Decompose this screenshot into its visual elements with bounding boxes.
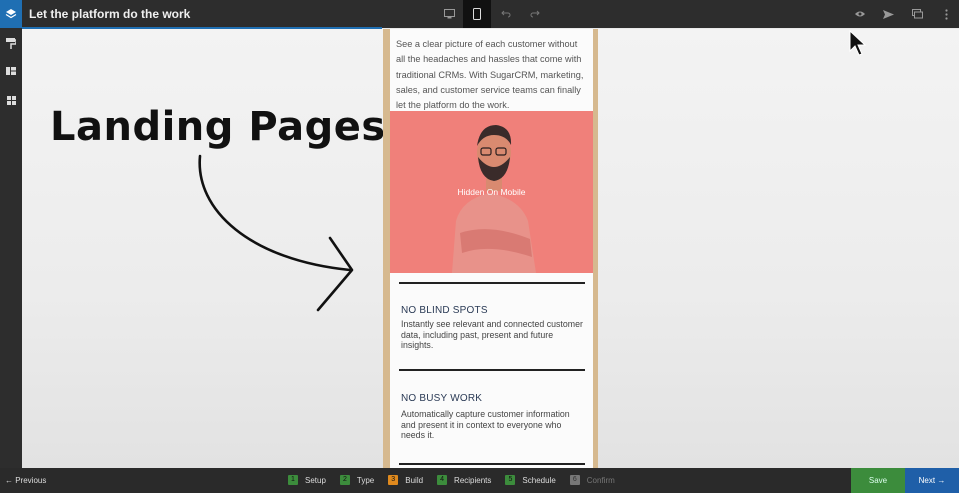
- step-confirm[interactable]: 6 Confirm: [569, 475, 615, 485]
- hero-image-block[interactable]: Hidden On Mobile: [390, 111, 593, 273]
- previous-button[interactable]: ← Previous: [5, 476, 46, 485]
- eye-icon[interactable]: [851, 5, 869, 23]
- save-button[interactable]: Save: [851, 468, 905, 493]
- feature-text[interactable]: Automatically capture customer informati…: [401, 409, 586, 441]
- feature-title[interactable]: NO BLIND SPOTS: [401, 305, 488, 316]
- annotation-arrow: [198, 154, 354, 312]
- feature-title[interactable]: NO BUSY WORK: [401, 393, 482, 404]
- divider: [399, 282, 585, 284]
- more-icon[interactable]: [937, 5, 955, 23]
- paint-roller-icon[interactable]: [3, 35, 19, 51]
- step-type[interactable]: 2 Type: [339, 475, 374, 485]
- layers-icon[interactable]: [0, 0, 22, 28]
- mobile-preview: See a clear picture of each customer wit…: [390, 29, 593, 468]
- intro-paragraph[interactable]: See a clear picture of each customer wit…: [396, 37, 588, 113]
- annotation-text: Landing Pages: [50, 104, 386, 150]
- divider: [399, 463, 585, 465]
- redo-icon[interactable]: [526, 5, 544, 23]
- send-icon[interactable]: [879, 5, 897, 23]
- desktop-icon[interactable]: [440, 5, 458, 23]
- mobile-preview-frame: See a clear picture of each customer wit…: [383, 29, 598, 468]
- bottom-bar: ← Previous 1 Setup 2 Type 3 Build 4 Reci…: [0, 468, 959, 493]
- divider: [399, 369, 585, 371]
- step-schedule[interactable]: 5 Schedule: [505, 475, 556, 485]
- next-button[interactable]: Next →: [905, 468, 959, 493]
- top-bar: Let the platform do the work: [0, 0, 959, 29]
- page-title: Let the platform do the work: [29, 7, 191, 21]
- step-build[interactable]: 3 Build: [388, 475, 423, 485]
- duplicate-icon[interactable]: [908, 5, 926, 23]
- undo-icon[interactable]: [497, 5, 515, 23]
- step-recipients[interactable]: 4 Recipients: [437, 475, 491, 485]
- hidden-on-mobile-label: Hidden On Mobile: [457, 187, 526, 197]
- mouse-cursor-icon: [849, 30, 867, 56]
- mobile-icon[interactable]: [463, 0, 491, 28]
- grid-icon[interactable]: [3, 92, 19, 108]
- step-setup[interactable]: 1 Setup: [288, 475, 326, 485]
- feature-text[interactable]: Instantly see relevant and connected cus…: [401, 319, 586, 351]
- wizard-steps: 1 Setup 2 Type 3 Build 4 Recipients 5 Sc…: [288, 475, 629, 485]
- left-sidebar: [0, 28, 22, 468]
- blocks-icon[interactable]: [3, 63, 19, 79]
